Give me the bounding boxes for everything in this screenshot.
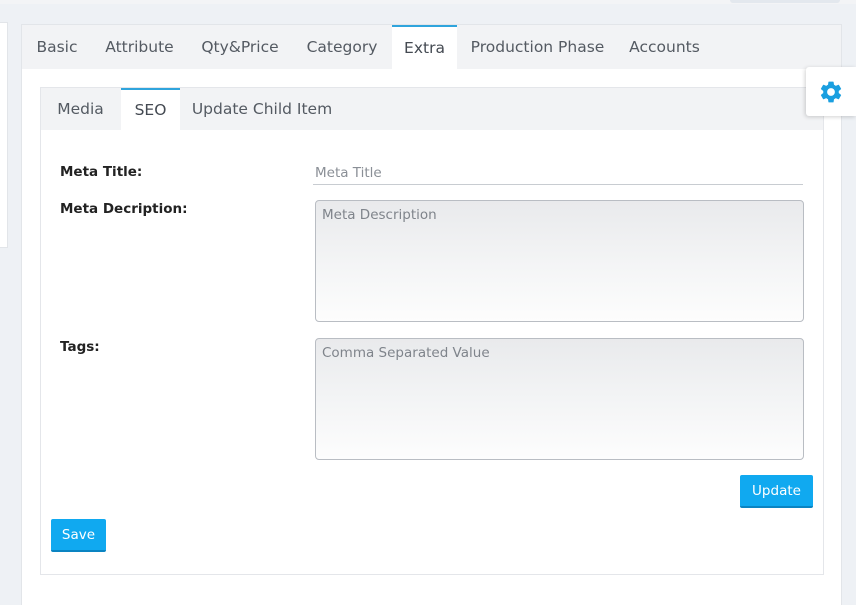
gear-icon: [818, 79, 844, 105]
product-panel: Basic Attribute Qty&Price Category Extra…: [21, 24, 842, 605]
tags-label: Tags:: [60, 339, 100, 355]
meta-description-label: Meta Decription:: [60, 201, 188, 217]
meta-title-label: Meta Title:: [60, 164, 143, 180]
extra-panel: Media SEO Update Child Item Meta Title: …: [40, 87, 824, 575]
update-button[interactable]: Update: [740, 475, 813, 508]
tags-input[interactable]: [315, 338, 804, 460]
left-panel: [0, 22, 8, 248]
tab-production-phase[interactable]: Production Phase: [459, 25, 616, 69]
product-tabs: Basic Attribute Qty&Price Category Extra…: [22, 25, 841, 70]
tab-attribute[interactable]: Attribute: [92, 25, 187, 69]
save-button[interactable]: Save: [51, 519, 106, 552]
top-strip: [0, 0, 856, 4]
tab-update-child-item[interactable]: Update Child Item: [181, 88, 343, 130]
tab-media[interactable]: Media: [41, 88, 120, 130]
top-strip-accent: [730, 0, 840, 3]
tab-qty-price[interactable]: Qty&Price: [187, 25, 293, 69]
tab-basic[interactable]: Basic: [22, 25, 92, 69]
tab-category[interactable]: Category: [293, 25, 391, 69]
meta-title-input[interactable]: [313, 162, 803, 185]
extra-tabs: Media SEO Update Child Item: [41, 88, 823, 131]
tab-seo[interactable]: SEO: [121, 88, 180, 131]
meta-description-input[interactable]: [315, 200, 804, 322]
tab-extra[interactable]: Extra: [392, 25, 457, 70]
tab-accounts[interactable]: Accounts: [616, 25, 713, 69]
settings-button[interactable]: [806, 67, 856, 116]
